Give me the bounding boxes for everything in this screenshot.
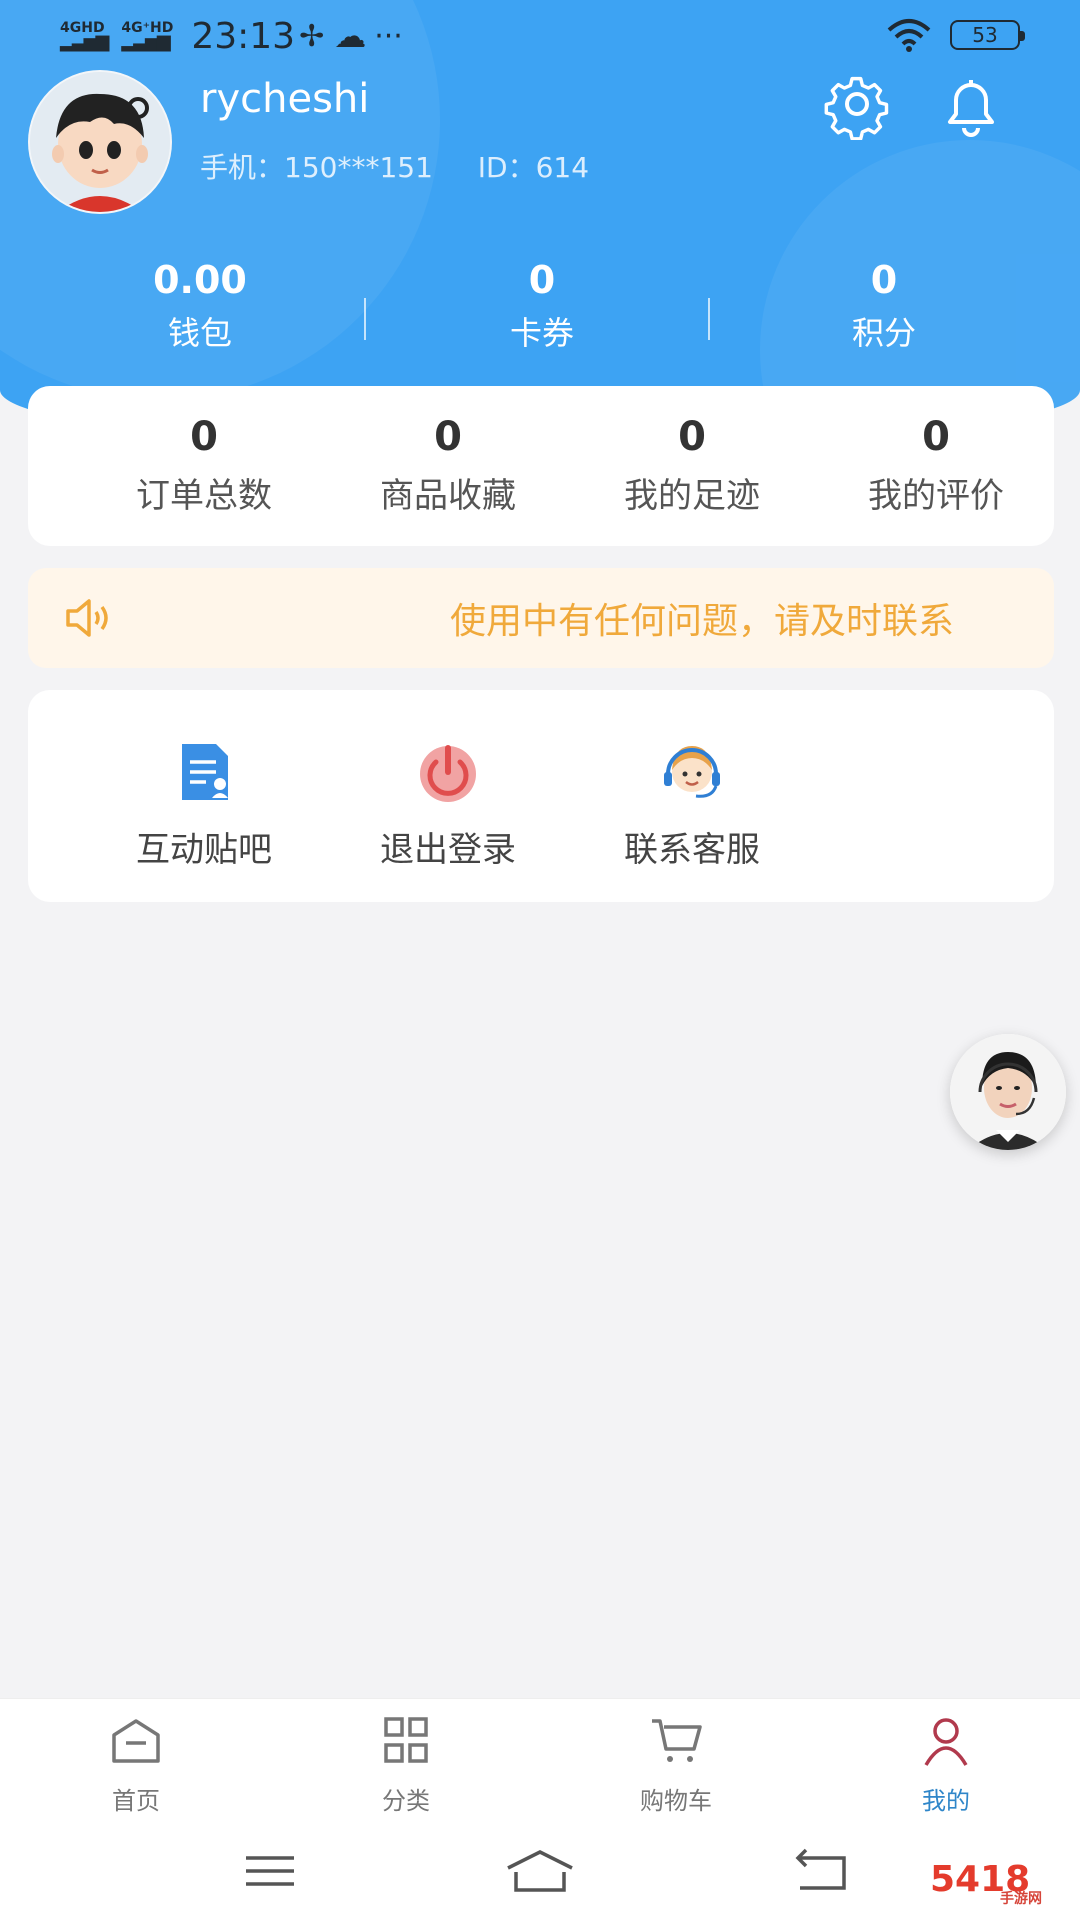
stat-coupons[interactable]: 0 卡券 [422,258,662,354]
gear-icon[interactable] [822,70,892,140]
back-icon[interactable] [784,1846,864,1896]
site-watermark-logo: 5418 手游网 [930,1859,1042,1907]
notice-bar[interactable]: 使用中有任何问题，请及时联系 [28,568,1054,668]
agent-photo-icon [950,1034,1066,1150]
bottom-tab-bar: 首页 分类 购物车 我的 [0,1698,1080,1824]
status-bar: 4GHD ▂▃▅▆ 4G⁺HD ▂▃▅▆ 23:13 ✢ ☁ ··· 53 [0,0,1080,72]
user-id: ID：614 [477,151,590,184]
clock: 23:13 [191,15,296,57]
user-icon [924,1718,968,1766]
system-navigation-bar [0,1824,1080,1920]
tool-logout[interactable]: 退出登录 [326,740,570,871]
my-reviews[interactable]: 0 我的评价 [814,414,1058,517]
tab-mine[interactable]: 我的 [856,1713,1036,1816]
wifi-icon [887,19,931,52]
tab-categories[interactable]: 分类 [316,1713,496,1816]
tool-forum[interactable]: 互动贴吧 [82,740,326,871]
order-total[interactable]: 0 订单总数 [82,414,326,517]
cartoon-avatar-icon [30,72,170,212]
stat-wallet[interactable]: 0.00 钱包 [80,258,320,354]
menu-icon[interactable] [230,1846,310,1896]
order-summary-card: 0 订单总数 0 商品收藏 0 我的足迹 0 我的评价 [28,386,1054,546]
power-icon [420,745,476,802]
product-favorites[interactable]: 0 商品收藏 [326,414,570,517]
signal-4g-2: 4G⁺HD ▂▃▅▆ [121,20,174,52]
stat-points[interactable]: 0 积分 [764,258,1004,354]
profile-page: 4GHD ▂▃▅▆ 4G⁺HD ▂▃▅▆ 23:13 ✢ ☁ ··· 53 ry… [0,0,1080,1920]
home-nav-icon[interactable] [500,1846,580,1896]
home-icon [112,1719,160,1763]
cart-icon [652,1719,702,1762]
avatar[interactable] [28,70,172,214]
customer-service-icon [664,746,720,798]
tab-home[interactable]: 首页 [46,1713,226,1816]
tools-card: 互动贴吧 退出登录 联系客服 [28,690,1054,902]
floating-customer-service-button[interactable] [950,1034,1066,1150]
fan-icon: ✢ [299,18,325,54]
user-phone: 手机：150***151 [200,151,433,184]
notice-text: 使用中有任何问题，请及时联系 [450,601,955,642]
grid-icon [384,1717,428,1763]
username: rycheshi [200,76,370,122]
bell-icon[interactable] [936,70,1006,140]
signal-4g-1: 4GHD ▂▃▅▆ [60,20,109,52]
tool-customer-service[interactable]: 联系客服 [570,740,814,871]
tab-cart[interactable]: 购物车 [586,1713,766,1816]
speaker-icon [66,599,108,637]
user-meta: 手机：150***151 ID：614 [200,146,589,186]
stat-divider [708,298,710,340]
cloud-icon: ☁ [334,17,367,55]
stat-divider [364,298,366,340]
document-icon [182,744,228,800]
my-footprints[interactable]: 0 我的足迹 [570,414,814,517]
more-status-icon: ··· [374,18,403,54]
account-stats: 0.00 钱包 0 卡券 0 积分 [0,258,1080,368]
battery-indicator: 53 [950,20,1025,50]
